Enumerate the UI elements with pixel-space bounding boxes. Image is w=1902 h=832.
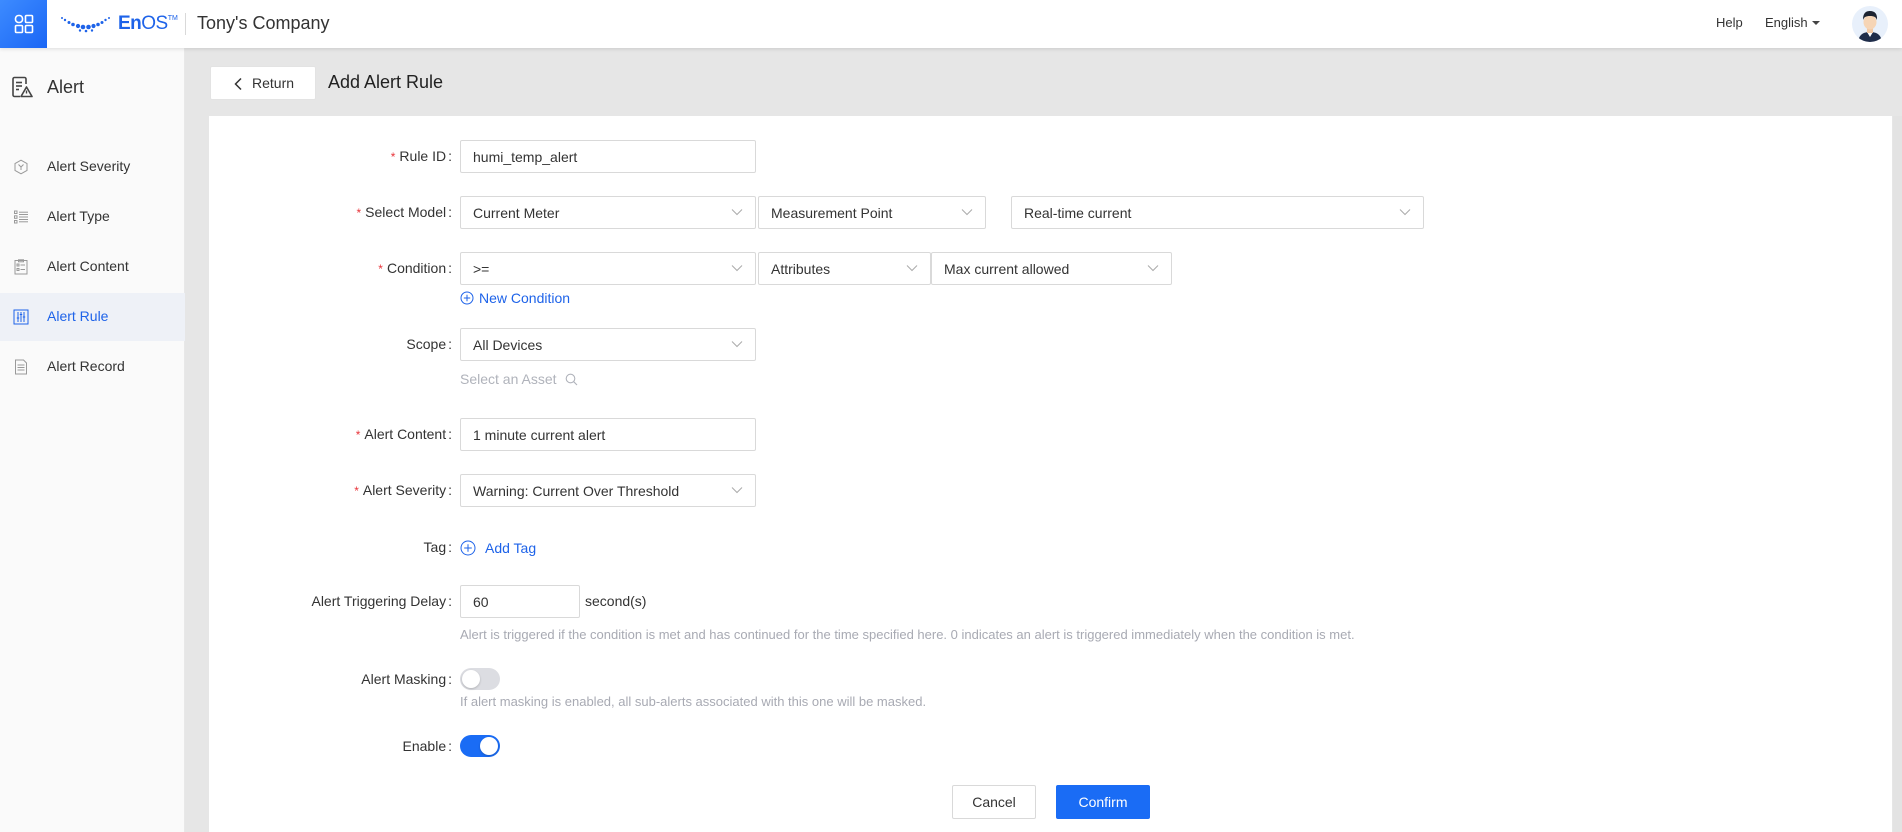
avatar-icon (1858, 11, 1882, 42)
sidebar-item-alert-record[interactable]: Alert Record (0, 343, 185, 391)
operator-select[interactable]: >= (460, 252, 756, 285)
language-label: English (1765, 15, 1808, 30)
page-title: Add Alert Rule (328, 72, 444, 92)
sidebar-header: Alert (0, 73, 185, 103)
return-button[interactable]: Return (210, 66, 316, 100)
chevron-down-icon (731, 265, 743, 272)
new-condition-label: New Condition (479, 290, 571, 306)
chevron-down-icon (1399, 209, 1411, 216)
rule-id-text[interactable] (473, 148, 755, 165)
point-select[interactable]: Real-time current (1011, 196, 1424, 229)
point-select-value: Real-time current (1024, 204, 1132, 221)
point-type-select[interactable]: Measurement Point (758, 196, 986, 229)
chevron-down-icon (731, 209, 743, 216)
logo-text: EnOS (118, 13, 168, 34)
rule-id-input[interactable] (460, 140, 756, 173)
chevron-left-icon (234, 77, 242, 91)
condition-value-select[interactable]: Max current allowed (931, 252, 1172, 285)
cancel-button[interactable]: Cancel (952, 785, 1036, 819)
toggle-knob (480, 737, 498, 755)
add-tag-link[interactable]: Add Tag (460, 540, 536, 556)
return-label: Return (252, 75, 295, 91)
model-select[interactable]: Current Meter (460, 196, 756, 229)
alert-document-icon (12, 76, 33, 98)
chevron-down-icon (906, 265, 918, 272)
alert-masking-hint: If alert masking is enabled, all sub-ale… (460, 694, 927, 709)
alert-content-input[interactable] (460, 418, 756, 451)
chevron-down-icon (731, 341, 743, 348)
sidebar-item-label: Alert Rule (47, 308, 109, 324)
value-type-value: Attributes (771, 260, 831, 277)
new-condition-link[interactable]: New Condition (460, 290, 570, 306)
chevron-down-icon (961, 209, 973, 216)
logo-dots-icon (61, 17, 110, 33)
plus-circle-icon (460, 291, 474, 305)
sidebar-item-alert-severity[interactable]: Alert Severity (0, 143, 185, 191)
value-type-select[interactable]: Attributes (758, 252, 931, 285)
select-model-label: * Select Model: (356, 204, 453, 220)
toggle-knob (462, 670, 480, 688)
delay-unit: second(s) (585, 593, 647, 609)
sidebar-item-label: Alert Record (47, 358, 125, 374)
chevron-down-icon (1147, 265, 1159, 272)
delay-value[interactable] (473, 593, 579, 610)
apps-menu-button[interactable] (0, 0, 47, 48)
rule-id-label: * Rule ID: (390, 148, 452, 164)
select-asset-label: Select an Asset (460, 371, 557, 387)
alert-masking-toggle[interactable] (460, 668, 500, 690)
alert-severity-value: Warning: Current Over Threshold (473, 482, 680, 499)
list-icon (14, 210, 28, 224)
top-bar: EnOS TM Tony's Company Help English (0, 0, 1902, 48)
select-asset-link[interactable]: Select an Asset (460, 371, 578, 387)
alert-severity-label: * Alert Severity: (354, 482, 452, 498)
search-icon (565, 373, 577, 385)
document-icon (15, 359, 27, 375)
alert-content-text[interactable] (473, 426, 755, 443)
enos-logo[interactable]: EnOS TM (60, 10, 178, 38)
sidebar: Alert Alert Severity Alert Type Alert Co… (0, 48, 185, 832)
sidebar-title: Alert (47, 77, 85, 97)
delay-label: Alert Triggering Delay: (311, 593, 452, 609)
alert-masking-label: Alert Masking: (361, 671, 452, 687)
model-select-value: Current Meter (473, 204, 560, 221)
user-avatar[interactable] (1852, 6, 1888, 42)
tag-label: Tag: (423, 539, 452, 555)
condition-value: Max current allowed (944, 260, 1070, 277)
sidebar-item-alert-type[interactable]: Alert Type (0, 193, 185, 241)
condition-label: * Condition: (378, 260, 452, 276)
header-divider (185, 13, 186, 35)
enable-toggle[interactable] (460, 735, 500, 757)
help-link[interactable]: Help (1716, 15, 1743, 30)
plus-circle-icon (460, 540, 476, 556)
confirm-button[interactable]: Confirm (1056, 785, 1150, 819)
sidebar-item-alert-content[interactable]: Alert Content (0, 243, 185, 291)
chevron-down-icon (731, 487, 743, 494)
sidebar-item-alert-rule[interactable]: Alert Rule (0, 293, 185, 341)
scope-select[interactable]: All Devices (460, 328, 756, 361)
delay-hint: Alert is triggered if the condition is m… (460, 627, 1355, 642)
sliders-icon (13, 309, 29, 325)
point-type-value: Measurement Point (771, 204, 893, 221)
company-name[interactable]: Tony's Company (197, 13, 330, 34)
grid-apps-icon (14, 14, 33, 34)
operator-value: >= (473, 260, 490, 277)
sidebar-item-label: Alert Severity (47, 158, 131, 174)
logo-trademark: TM (167, 14, 178, 22)
sidebar-item-label: Alert Type (47, 208, 110, 224)
hexagon-y-icon (14, 159, 28, 175)
scope-value: All Devices (473, 336, 543, 353)
language-selector[interactable]: English (1765, 15, 1820, 30)
alert-content-label: * Alert Content: (355, 426, 452, 442)
enable-label: Enable: (402, 738, 452, 754)
scrollbar-track[interactable] (1893, 116, 1902, 832)
scope-label: Scope: (406, 336, 452, 352)
clipboard-icon (14, 259, 28, 275)
caret-down-icon (1811, 20, 1820, 25)
alert-severity-select[interactable]: Warning: Current Over Threshold (460, 474, 756, 507)
add-tag-label: Add Tag (485, 540, 537, 556)
sidebar-item-label: Alert Content (47, 258, 129, 274)
delay-input[interactable] (460, 585, 580, 618)
